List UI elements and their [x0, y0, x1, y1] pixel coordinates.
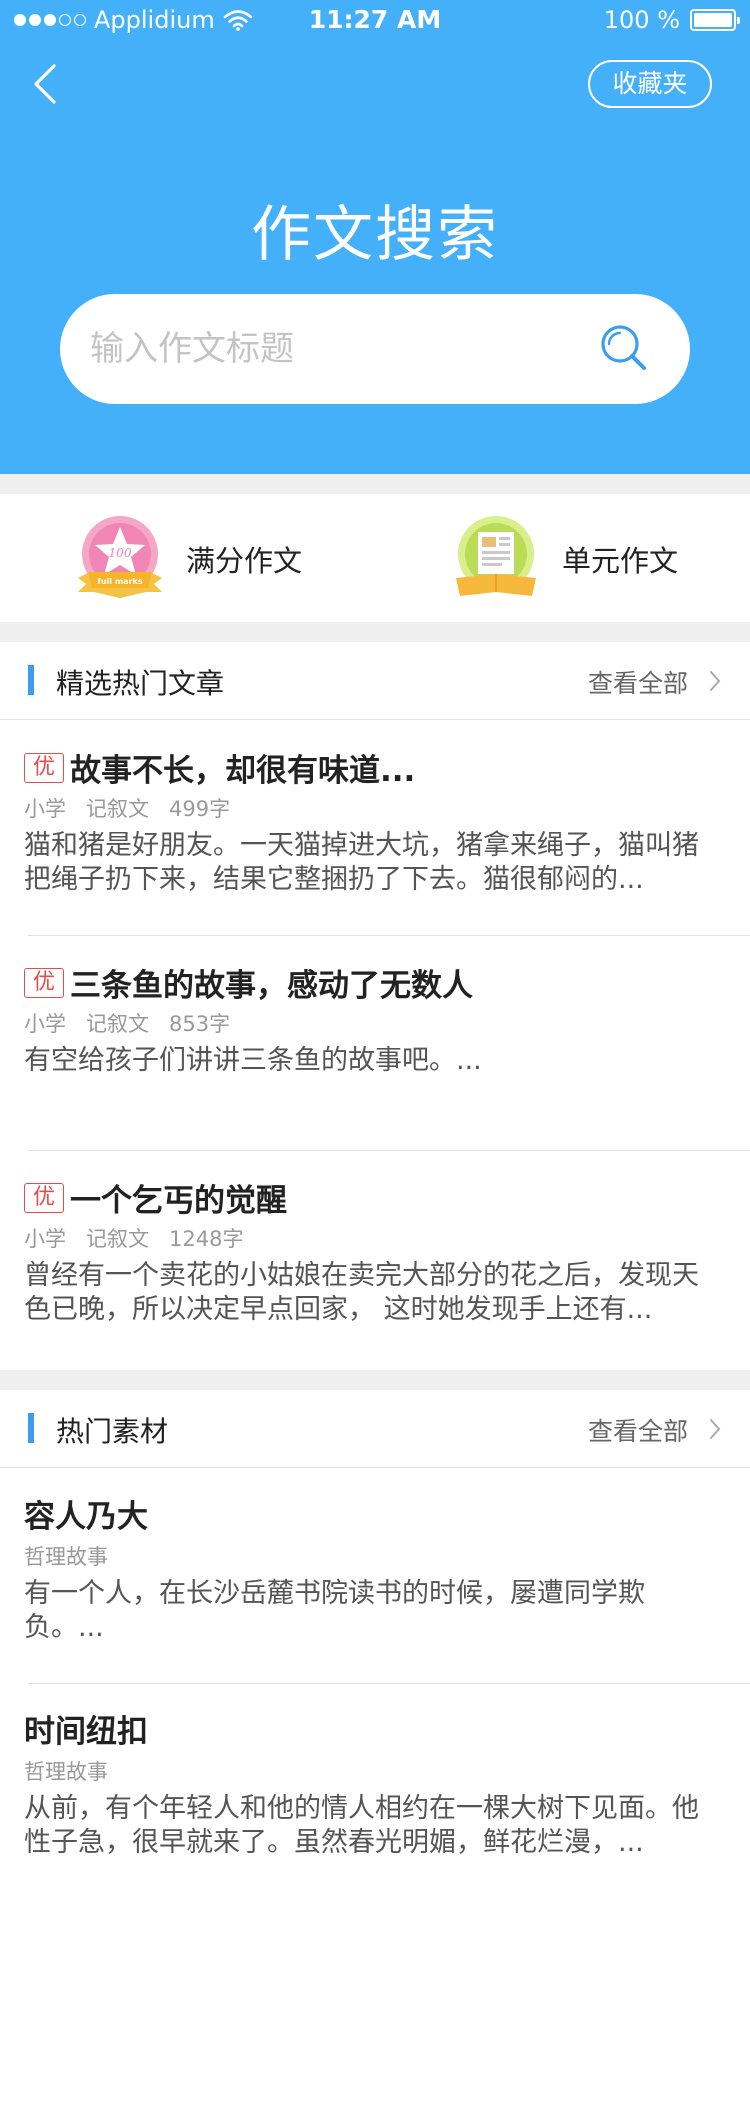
- material-excerpt: 有一个人，在长沙岳麓书院读书的时候，屡遭同学欺负。...: [24, 1578, 645, 1643]
- material-item[interactable]: 容人乃大 哲理故事 有一个人，在长沙岳麓书院读书的时候，屡遭同学欺负。...: [0, 1469, 750, 1684]
- material-excerpt: 从前，有个年轻人和他的情人相约在一棵大树下见面。他性子急，很早就来了。虽然春光明…: [24, 1793, 699, 1858]
- article-word-count: 1248字: [169, 1227, 244, 1251]
- status-bar: Applidium 11:27 AM 100 %: [0, 0, 750, 40]
- search-input[interactable]: [90, 319, 590, 379]
- material-item[interactable]: 时间纽扣 哲理故事 从前，有个年轻人和他的情人相约在一棵大树下见面。他性子急，很…: [0, 1684, 750, 1899]
- quick-link-label: 满分作文: [186, 544, 303, 578]
- excellent-badge: 优: [24, 752, 64, 783]
- article-level: 小学: [24, 797, 66, 821]
- search-bar: [60, 294, 690, 404]
- excellent-badge: 优: [24, 967, 64, 998]
- article-excerpt: 曾经有一个卖花的小姑娘在卖完大部分的花之后，发现天色已晚，所以决定早点回家， 这…: [24, 1260, 699, 1325]
- quick-link-full-score[interactable]: 100 full marks 满分作文: [74, 514, 302, 604]
- chevron-right-icon[interactable]: [708, 1417, 722, 1441]
- separator: [0, 622, 750, 642]
- material-category: 哲理故事: [24, 1760, 108, 1784]
- view-all-articles-link[interactable]: 查看全部: [588, 664, 688, 700]
- article-item[interactable]: 优 故事不长，却很有味道... 小学 记叙文 499字 猫和猪是好朋友。一天猫掉…: [0, 721, 750, 936]
- search-icon[interactable]: [598, 322, 650, 374]
- full-score-badge-icon: 100 full marks: [78, 516, 162, 598]
- article-item[interactable]: 优 三条鱼的故事，感动了无数人 小学 记叙文 853字 有空给孩子们讲讲三条鱼的…: [0, 936, 750, 1151]
- section-title: 热门素材: [56, 1415, 169, 1448]
- quick-links: 100 full marks 满分作文 单元作文: [0, 494, 750, 622]
- article-title: 故事不长，却很有味道...: [70, 753, 416, 789]
- battery-percent: 100 %: [603, 6, 680, 34]
- article-genre: 记叙文: [86, 1227, 149, 1251]
- svg-text:full marks: full marks: [97, 577, 142, 586]
- article-excerpt: 有空给孩子们讲讲三条鱼的故事吧。...: [24, 1045, 482, 1076]
- separator: [0, 1370, 750, 1390]
- article-genre: 记叙文: [86, 797, 149, 821]
- section-accent-bar: [28, 665, 34, 695]
- quick-link-label: 单元作文: [562, 544, 679, 578]
- article-item[interactable]: 优 一个乞丐的觉醒 小学 记叙文 1248字 曾经有一个卖花的小姑娘在卖完大部分…: [0, 1151, 750, 1366]
- article-word-count: 499字: [169, 797, 231, 821]
- article-title: 一个乞丐的觉醒: [70, 1183, 287, 1219]
- article-title-row: 优 故事不长，却很有味道...: [24, 745, 415, 790]
- header: Applidium 11:27 AM 100 % 收藏夹 作文搜索: [0, 0, 750, 474]
- separator: [0, 474, 750, 494]
- view-all-materials-link[interactable]: 查看全部: [588, 1412, 688, 1448]
- article-excerpt: 猫和猪是好朋友。一天猫掉进大坑，猪拿来绳子，猫叫猪把绳子扔下来，结果它整捆扔了下…: [24, 830, 699, 895]
- article-word-count: 853字: [169, 1012, 231, 1036]
- article-level: 小学: [24, 1227, 66, 1251]
- svg-text:100: 100: [109, 546, 132, 560]
- material-title: 容人乃大: [24, 1499, 148, 1535]
- article-meta: 小学 记叙文 1248字: [24, 1223, 243, 1253]
- hot-materials-header: 热门素材 查看全部: [0, 1390, 750, 1468]
- hot-articles-header: 精选热门文章 查看全部: [0, 642, 750, 720]
- material-title: 时间纽扣: [24, 1714, 148, 1750]
- excellent-badge: 优: [24, 1182, 64, 1213]
- battery-icon: [690, 9, 740, 31]
- back-arrow-icon[interactable]: [28, 62, 68, 106]
- page-title: 作文搜索: [251, 200, 499, 270]
- favorites-button[interactable]: 收藏夹: [588, 60, 712, 108]
- material-category: 哲理故事: [24, 1545, 108, 1569]
- quick-link-unit[interactable]: 单元作文: [450, 514, 678, 604]
- section-accent-bar: [28, 1413, 34, 1443]
- unit-book-icon: [456, 516, 536, 596]
- status-right: 100 %: [603, 6, 740, 34]
- chevron-right-icon[interactable]: [708, 669, 722, 693]
- article-title-row: 优 三条鱼的故事，感动了无数人: [24, 960, 473, 1005]
- article-level: 小学: [24, 1012, 66, 1036]
- article-meta: 小学 记叙文 853字: [24, 1008, 230, 1038]
- article-title: 三条鱼的故事，感动了无数人: [70, 968, 473, 1004]
- section-title: 精选热门文章: [56, 667, 225, 700]
- article-genre: 记叙文: [86, 1012, 149, 1036]
- article-meta: 小学 记叙文 499字: [24, 793, 230, 823]
- article-title-row: 优 一个乞丐的觉醒: [24, 1175, 287, 1220]
